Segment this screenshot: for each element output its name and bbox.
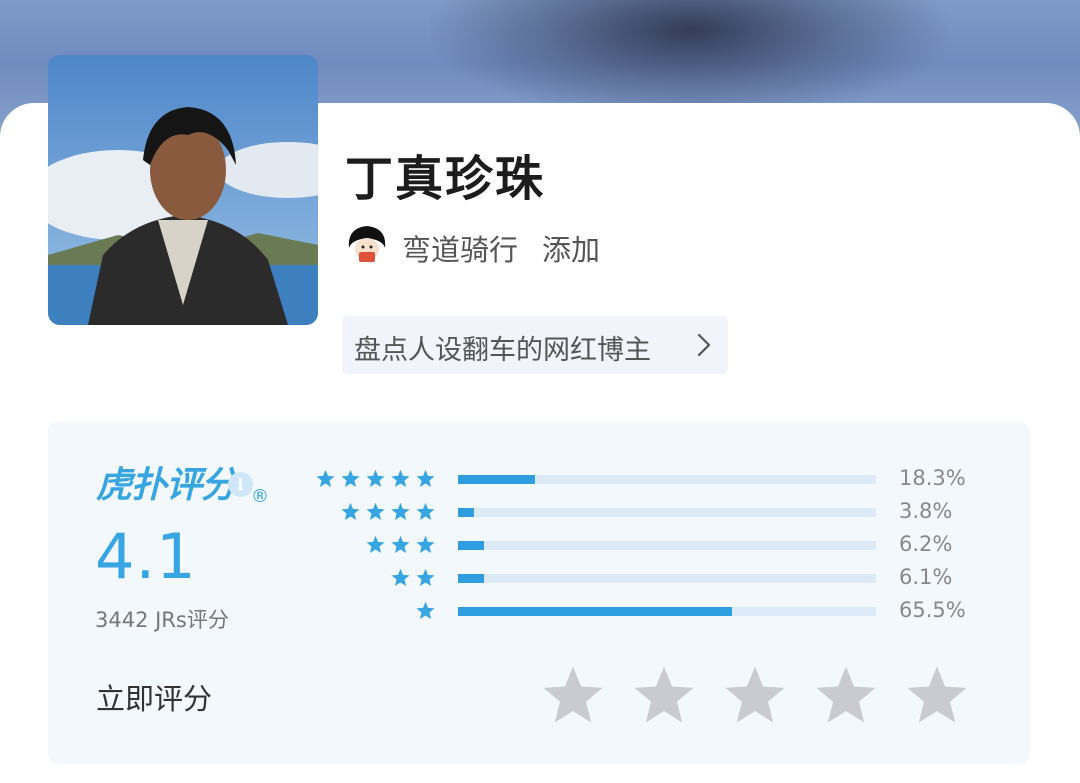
rating-bar-fill bbox=[458, 475, 535, 484]
user-avatar[interactable] bbox=[345, 222, 389, 266]
rating-bar-row: 6.1% bbox=[48, 565, 1030, 591]
bar-star-group bbox=[416, 601, 435, 620]
rating-bar-percent: 6.2% bbox=[899, 532, 953, 556]
bar-star-group bbox=[316, 469, 435, 488]
star-icon bbox=[341, 469, 360, 487]
rate-star-icon[interactable] bbox=[542, 664, 604, 726]
rating-bar-track bbox=[458, 475, 876, 484]
rate-now-label: 立即评分 bbox=[96, 682, 213, 716]
star-icon bbox=[341, 502, 360, 520]
rate-star-icon[interactable] bbox=[815, 664, 877, 726]
star-icon bbox=[316, 469, 335, 487]
rate-star-icon[interactable] bbox=[724, 664, 786, 726]
profile-name: 丁真珍珠 bbox=[345, 151, 546, 207]
rating-bar-percent: 6.1% bbox=[899, 565, 953, 589]
rating-panel: 虎扑评分 ® i 4.1 3442 JRs评分 立即评分 18.3% 3.8% 6.… bbox=[48, 422, 1030, 764]
rating-bar-track bbox=[458, 508, 876, 517]
star-icon bbox=[391, 502, 410, 520]
rating-bar-track bbox=[458, 574, 876, 583]
header-blur bbox=[430, 0, 950, 120]
rating-bar-fill bbox=[458, 574, 484, 583]
star-icon bbox=[391, 469, 410, 487]
star-icon bbox=[416, 469, 435, 487]
rating-bar-track bbox=[458, 607, 876, 616]
bar-star-group bbox=[391, 568, 435, 587]
star-icon bbox=[416, 535, 435, 553]
rate-star-icon[interactable] bbox=[633, 664, 695, 726]
rating-bar-fill bbox=[458, 607, 732, 616]
profile-photo[interactable] bbox=[48, 55, 318, 325]
rate-star-icon[interactable] bbox=[906, 664, 968, 726]
star-icon bbox=[366, 502, 385, 520]
add-link[interactable]: 添加 bbox=[542, 227, 600, 269]
star-icon bbox=[416, 568, 435, 586]
star-icon bbox=[366, 469, 385, 487]
rating-bar-track bbox=[458, 541, 876, 550]
topic-tag[interactable]: 盘点人设翻车的网红博主 bbox=[342, 316, 728, 374]
rating-bar-row: 6.2% bbox=[48, 532, 1030, 558]
rating-bar-percent: 65.5% bbox=[899, 598, 966, 622]
rating-bar-row: 18.3% bbox=[48, 466, 1030, 492]
star-icon bbox=[416, 601, 435, 619]
star-icon bbox=[416, 502, 435, 520]
user-name[interactable]: 弯道骑行 bbox=[402, 227, 518, 269]
chevron-right-icon bbox=[696, 332, 712, 362]
topic-tag-label: 盘点人设翻车的网红博主 bbox=[354, 335, 651, 366]
rating-bar-percent: 18.3% bbox=[899, 466, 966, 490]
star-icon bbox=[391, 535, 410, 553]
rating-bar-fill bbox=[458, 541, 484, 550]
star-icon bbox=[391, 568, 410, 586]
rating-bar-row: 3.8% bbox=[48, 499, 1030, 525]
bar-star-group bbox=[341, 502, 435, 521]
rating-bar-row: 65.5% bbox=[48, 598, 1030, 624]
rating-bar-fill bbox=[458, 508, 474, 517]
rating-bar-percent: 3.8% bbox=[899, 499, 953, 523]
bar-star-group bbox=[366, 535, 435, 554]
star-icon bbox=[366, 535, 385, 553]
